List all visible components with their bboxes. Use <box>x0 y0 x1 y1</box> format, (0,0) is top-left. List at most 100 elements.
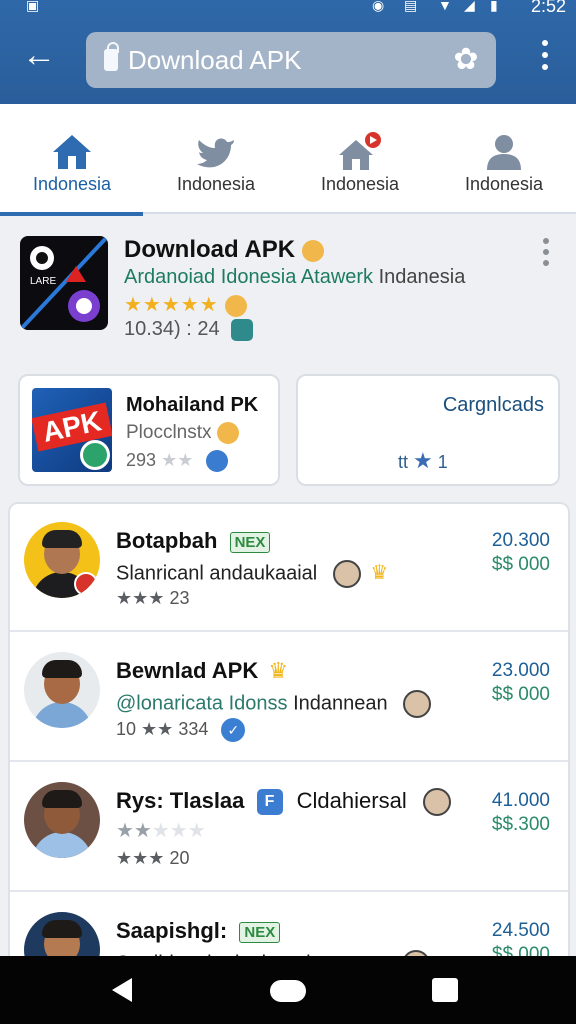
star-icon: ★ <box>413 448 433 473</box>
tab-label: Indonesia <box>464 174 544 194</box>
user-avatar-icon <box>332 560 361 588</box>
list-item[interactable]: Saapishgl: NEX Serdhiaaal arlanlaundaase… <box>10 894 568 960</box>
user-avatar-icon <box>403 690 432 718</box>
tab-profile[interactable]: Indonesia <box>432 104 576 214</box>
item-title: Saapishgl: NEX <box>116 918 281 944</box>
card-subtitle: Plocclnstx <box>126 422 239 444</box>
verified-icon: ✓ <box>221 718 246 742</box>
item-price: 24.500 <box>491 920 550 941</box>
thumb-label: LARE <box>30 276 57 287</box>
card-stars: ★★ <box>161 450 194 470</box>
item-title-tail: Cldahiersal <box>296 788 407 813</box>
featured-menu-icon[interactable] <box>542 238 550 268</box>
item-subtitle: ★★★★★ <box>116 818 206 843</box>
card-meta: 293 ★★ <box>126 450 229 473</box>
card-title: Mohailand PK <box>126 394 259 416</box>
item-price: 23.000 <box>491 660 550 681</box>
nav-home-icon[interactable] <box>270 980 306 1002</box>
apk-logo: APK <box>32 388 112 472</box>
card-rating-value: 1 <box>437 452 448 472</box>
list-item[interactable]: Bewnlad APK ♛ @lonaricata Idonss Indanne… <box>10 634 568 762</box>
item-price-secondary: $$ 000 <box>491 554 550 575</box>
item-price: 41.000 <box>491 790 550 811</box>
item-title-text: Saapishgl: <box>116 918 228 943</box>
featured-app[interactable]: LARE Download APK Ardanoiad Idonesia Ata… <box>0 216 576 356</box>
crown-icon: ♛ <box>370 562 389 585</box>
emoji-face-icon <box>301 239 324 262</box>
avatar <box>24 522 100 598</box>
item-title-text: Rys: Tlaslaa <box>116 788 245 813</box>
back-arrow-icon[interactable]: ← <box>22 38 58 74</box>
info-icon <box>206 450 229 473</box>
eye-icon: ◉ <box>372 0 385 13</box>
list-item[interactable]: Botapbah NEX Slanricanl andaukaaial ♛ ★★… <box>10 504 568 632</box>
card-subtitle-text: Plocclnstx <box>126 422 212 444</box>
new-badge: NEX <box>229 531 271 553</box>
settings-gear-icon[interactable]: ✿ <box>450 44 482 76</box>
user-avatar-icon <box>225 294 248 317</box>
tab-bar: Indonesia Indonesia Indonesia Indonesia <box>0 104 576 216</box>
featured-subtitle: Ardanoiad Idonesia Atawerk Indanesia <box>124 266 465 289</box>
item-title: Botapbah NEX <box>116 528 271 554</box>
tab-social[interactable]: Indonesia <box>144 104 288 214</box>
item-rating: 10 ★★ 334 ✓ <box>116 718 246 742</box>
item-rating-count: 334 <box>178 718 209 739</box>
item-title-text: Bewnlad APK <box>116 658 259 683</box>
tab-notifications[interactable]: Indonesia <box>288 104 432 214</box>
app-bar: ▣ ◉ ▤ ▼ ◢ ▮ 2:52 ← Download APK ✿ <box>0 0 576 104</box>
vibrate-icon: ▤ <box>404 0 418 13</box>
item-stars: ★★★ <box>116 588 165 608</box>
item-rating-count: 20 <box>169 848 190 868</box>
search-bar[interactable]: Download APK ✿ <box>86 32 496 88</box>
item-subtitle: Slanricanl andaukaaial ♛ <box>116 560 388 588</box>
app-card-apk[interactable]: APK Mohailand PK Plocclnstx 293 ★★ <box>18 374 280 486</box>
home-notification-icon <box>339 132 381 170</box>
item-price: 20.300 <box>491 530 550 551</box>
item-price-secondary: $$ 000 <box>491 684 550 705</box>
item-stars-row1-empty: ★★★ <box>151 820 206 842</box>
item-rating: ★★★ 20 <box>116 848 189 869</box>
nav-back-icon[interactable] <box>112 978 132 1002</box>
item-subtitle-text: Slanricanl andaukaaial <box>116 562 318 585</box>
item-title-text: Botapbah <box>116 528 218 553</box>
featured-stars: ★★★★★ <box>124 294 219 316</box>
nav-recents-icon[interactable] <box>432 978 458 1002</box>
avatar <box>24 912 100 960</box>
list-item[interactable]: Rys: Tlaslaa F Cldahiersal ★★★★★ ★★★ 20 … <box>10 764 568 892</box>
crown-icon: ♛ <box>268 658 289 683</box>
tab-label: Indonesia <box>176 174 256 194</box>
user-avatar-icon <box>422 788 451 817</box>
f-app-icon: F <box>256 789 283 816</box>
signal-icon: ◢ <box>464 0 475 13</box>
item-rating-count: 23 <box>169 588 190 608</box>
item-stars: ★★★ <box>116 848 165 868</box>
item-stars-row1: ★★ <box>116 820 152 842</box>
item-subtitle: @lonaricata Idonss Indannean <box>116 690 432 718</box>
tab-home[interactable]: Indonesia <box>0 104 144 216</box>
featured-meta: 10.34) : 24 <box>124 318 254 341</box>
tab-label: Indonesia <box>32 174 112 194</box>
featured-subtitle-tail: Indanesia <box>378 266 466 288</box>
item-title: Rys: Tlaslaa F Cldahiersal <box>116 788 451 817</box>
bird-icon <box>197 138 234 168</box>
featured-meta-text: 10.34) : 24 <box>124 318 220 340</box>
featured-app-thumbnail: LARE <box>20 236 108 330</box>
emoji-face-icon <box>216 422 239 444</box>
status-bar: ▣ ◉ ▤ ▼ ◢ ▮ 2:52 <box>0 0 576 16</box>
tab-label: Indonesia <box>320 174 400 194</box>
wave-icon <box>80 440 110 470</box>
app-card-downloads[interactable]: Cargnlcads tt ★ 1 <box>296 374 560 486</box>
card-rating-prefix: tt <box>398 452 409 472</box>
search-text: Download APK <box>128 44 302 75</box>
avatar <box>24 652 100 728</box>
overflow-menu-icon[interactable] <box>540 40 550 76</box>
lock-icon <box>104 42 119 71</box>
item-subtitle-text: @lonaricata Idonss <box>116 692 288 715</box>
notification-icon: ▣ <box>26 0 40 13</box>
featured-subtitle-text: Ardanoiad Idonesia Atawerk <box>124 266 374 288</box>
item-rating: ★★★ 23 <box>116 588 189 609</box>
card-rating-value: 293 <box>126 450 157 470</box>
home-icon <box>53 135 91 169</box>
new-badge: NEX <box>239 921 281 943</box>
item-price-secondary: $$.300 <box>491 814 550 835</box>
